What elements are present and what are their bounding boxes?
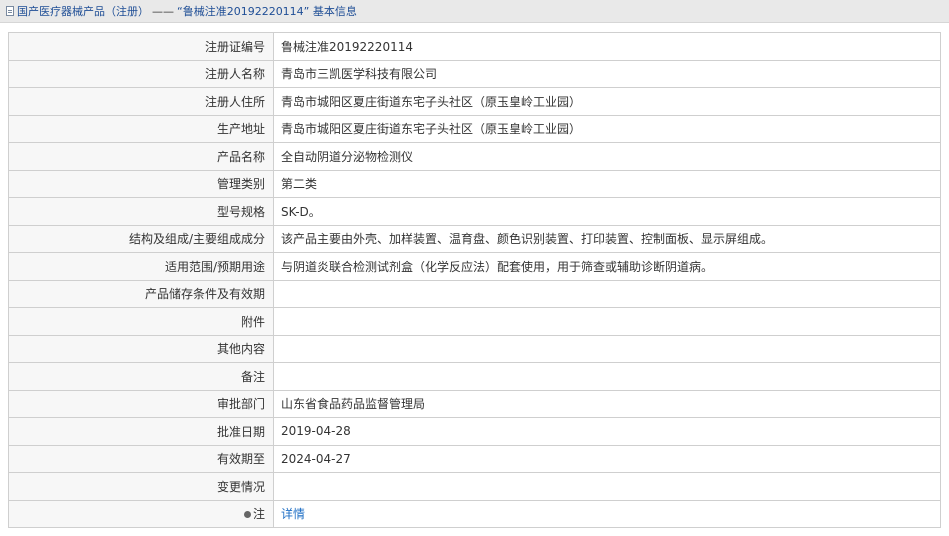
table-row: 有效期至 2024-04-27 [8, 444, 941, 473]
table-row-note: 注 详情 [8, 499, 941, 528]
field-value: 与阴道炎联合检测试剂盒（化学反应法）配套使用，用于筛查或辅助诊断阴道病。 [273, 252, 941, 281]
table-row: 其他内容 [8, 334, 941, 363]
table-row: 管理类别 第二类 [8, 169, 941, 198]
breadcrumb: 国产医疗器械产品（注册） —— “鲁械注准20192220114” 基本信息 [0, 0, 949, 23]
document-icon [6, 6, 14, 16]
breadcrumb-separator: —— [152, 4, 174, 18]
field-value: 该产品主要由外壳、加样装置、温育盘、颜色识别装置、打印装置、控制面板、显示屏组成… [273, 224, 941, 253]
table-row: 生产地址 青岛市城阳区夏庄街道东宅子头社区（原玉皇岭工业园） [8, 114, 941, 143]
field-label: 有效期至 [8, 444, 274, 473]
bulb-icon [243, 511, 251, 519]
details-link[interactable]: 详情 [281, 507, 305, 521]
breadcrumb-root-link[interactable]: 国产医疗器械产品（注册） [17, 3, 149, 19]
field-label: 管理类别 [8, 169, 274, 198]
field-label: 产品储存条件及有效期 [8, 279, 274, 308]
field-value: 2019-04-28 [273, 417, 941, 446]
table-row: 审批部门 山东省食品药品监督管理局 [8, 389, 941, 418]
note-label: 注 [252, 507, 265, 522]
field-label: 注册人住所 [8, 87, 274, 116]
field-value: 鲁械注准20192220114 [273, 32, 941, 61]
field-value: 山东省食品药品监督管理局 [273, 389, 941, 418]
table-row: 注册人名称 青岛市三凯医学科技有限公司 [8, 59, 941, 88]
field-value [273, 472, 941, 501]
table-row: 批准日期 2019-04-28 [8, 417, 941, 446]
field-label: 变更情况 [8, 472, 274, 501]
field-label: 注 [8, 499, 274, 528]
field-value [273, 279, 941, 308]
field-label: 适用范围/预期用途 [8, 252, 274, 281]
table-row: 产品名称 全自动阴道分泌物检测仪 [8, 142, 941, 171]
field-value: 详情 [273, 499, 941, 528]
field-label: 注册证编号 [8, 32, 274, 61]
field-label: 结构及组成/主要组成成分 [8, 224, 274, 253]
field-label: 备注 [8, 362, 274, 391]
product-info-table: 注册证编号 鲁械注准20192220114 注册人名称 青岛市三凯医学科技有限公司 注册… [8, 32, 941, 528]
field-value: SK-D。 [273, 197, 941, 226]
field-value [273, 362, 941, 391]
table-row: 注册证编号 鲁械注准20192220114 [8, 32, 941, 61]
field-label: 注册人名称 [8, 59, 274, 88]
field-label: 生产地址 [8, 114, 274, 143]
field-label: 批准日期 [8, 417, 274, 446]
table-row: 注册人住所 青岛市城阳区夏庄街道东宅子头社区（原玉皇岭工业园） [8, 87, 941, 116]
table-row: 附件 [8, 307, 941, 336]
breadcrumb-current: “鲁械注准20192220114” 基本信息 [177, 5, 357, 18]
field-value [273, 334, 941, 363]
table-row: 结构及组成/主要组成成分 该产品主要由外壳、加样装置、温育盘、颜色识别装置、打印装… [8, 224, 941, 253]
field-value: 青岛市城阳区夏庄街道东宅子头社区（原玉皇岭工业园） [273, 87, 941, 116]
table-row: 型号规格 SK-D。 [8, 197, 941, 226]
field-value: 全自动阴道分泌物检测仪 [273, 142, 941, 171]
table-row: 适用范围/预期用途 与阴道炎联合检测试剂盒（化学反应法）配套使用，用于筛查或辅助诊… [8, 252, 941, 281]
table-row: 备注 [8, 362, 941, 391]
field-value: 青岛市城阳区夏庄街道东宅子头社区（原玉皇岭工业园） [273, 114, 941, 143]
field-value: 青岛市三凯医学科技有限公司 [273, 59, 941, 88]
table-row: 变更情况 [8, 472, 941, 501]
field-value [273, 307, 941, 336]
field-label: 附件 [8, 307, 274, 336]
field-label: 审批部门 [8, 389, 274, 418]
field-label: 其他内容 [8, 334, 274, 363]
field-label: 型号规格 [8, 197, 274, 226]
field-value: 第二类 [273, 169, 941, 198]
table-row: 产品储存条件及有效期 [8, 279, 941, 308]
field-label: 产品名称 [8, 142, 274, 171]
field-value: 2024-04-27 [273, 444, 941, 473]
